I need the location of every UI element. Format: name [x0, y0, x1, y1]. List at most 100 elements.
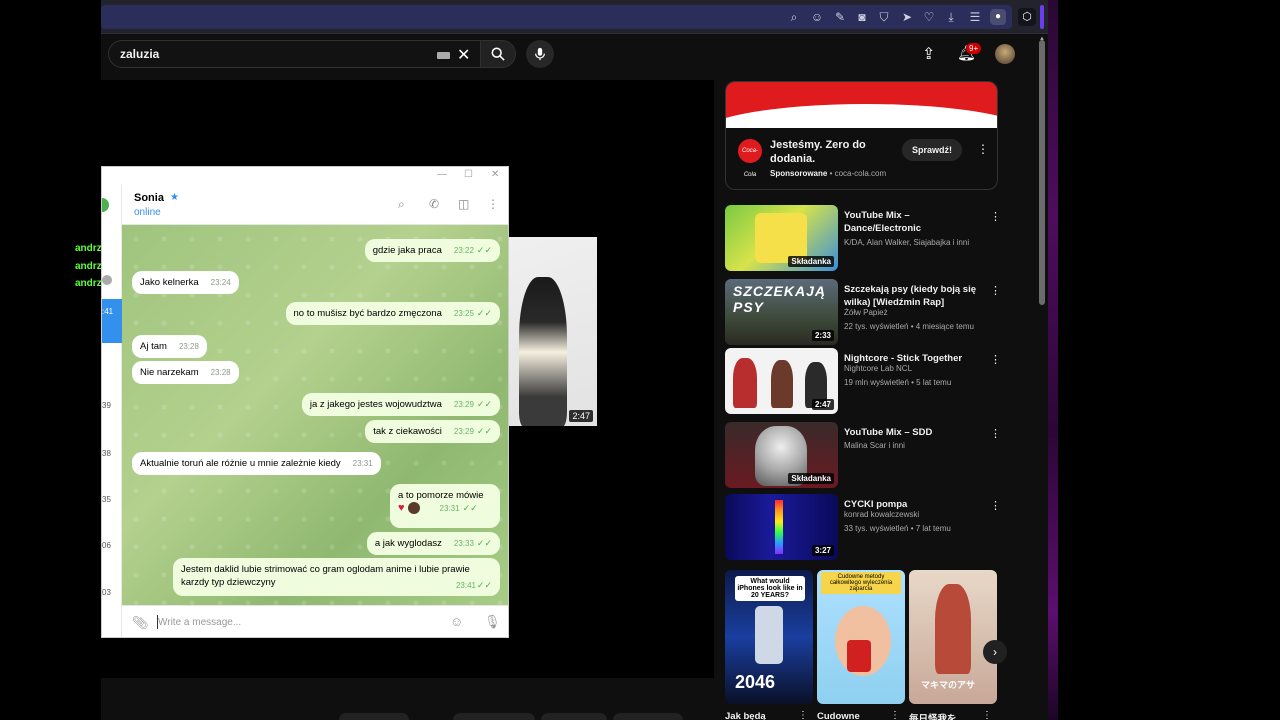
chat-avatar[interactable] [102, 195, 112, 215]
more-options-icon[interactable]: ⋮ [487, 197, 499, 211]
video-thumbnail[interactable]: Składanka [725, 205, 838, 271]
maximize-icon[interactable]: ☐ [464, 169, 473, 180]
action-pill[interactable] [339, 713, 409, 720]
recommendation-item[interactable]: 3:27 CYCKI pompa konrad kowalczewski 33 … [725, 494, 1010, 560]
edit-icon[interactable]: ✎ [833, 10, 847, 24]
keyboard-icon[interactable] [437, 52, 450, 59]
short-thumbnail[interactable]: What would iPhones look like in 20 YEARS… [725, 570, 813, 704]
short-thumbnail[interactable]: Cudowne metody całkowitego wyleczenia za… [817, 570, 905, 704]
zoom-icon[interactable]: ⌕ [787, 10, 801, 24]
heart-reaction-icon[interactable]: ♥ [398, 502, 405, 514]
short-big-text: マキマのアサ [921, 680, 976, 690]
video-title[interactable]: YouTube Mix – SDD [844, 426, 984, 439]
sponsored-ad-card[interactable]: Coca-Cola Jesteśmy. Zero do dodania. Spo… [725, 81, 998, 190]
unread-dot [102, 275, 112, 285]
video-stats: 19 mln wyświetleń • 5 lat temu [844, 378, 952, 387]
more-options-icon[interactable]: ⋮ [990, 427, 1001, 440]
more-options-icon[interactable]: ⋮ [990, 284, 1001, 297]
more-options-icon[interactable]: ⋮ [990, 353, 1001, 366]
message-outgoing[interactable]: gdzie jaka praca 23:22 ✓✓ [364, 239, 500, 262]
video-thumbnail[interactable]: SZCZEKAJĄ PSY 2:33 [725, 279, 838, 345]
ad-cta-button[interactable]: Sprawdź! [902, 139, 962, 161]
video-channel[interactable]: K/DA, Alan Walker, Siajabajka i inni [844, 238, 969, 247]
search-input[interactable]: zaluzia [120, 47, 159, 61]
ad-more-options-icon[interactable]: ⋮ [977, 142, 989, 156]
message-outgoing[interactable]: ja z jakego jestes wojowudztwa 23:29 ✓✓ [301, 393, 500, 416]
sidebar-toggle-icon[interactable]: ◫ [458, 197, 469, 211]
short-caption[interactable]: Jak będą [725, 711, 766, 720]
recommendation-item[interactable]: Składanka YouTube Mix – Dance/Electronic… [725, 205, 1010, 271]
video-title[interactable]: Szczekają psy (kiedy boją się wilka) [Wi… [844, 283, 984, 309]
shield-icon[interactable]: ⛉ [877, 10, 891, 24]
more-options-icon[interactable]: ⋮ [990, 210, 1001, 223]
reaction-avatar [407, 502, 420, 515]
camera-icon[interactable]: ◙ [855, 10, 869, 24]
short-caption[interactable]: 毎日怪我を [909, 711, 957, 720]
scrollbar[interactable] [1039, 40, 1045, 305]
message-input[interactable]: Write a message... [158, 617, 241, 628]
account-avatar[interactable] [995, 44, 1015, 64]
action-pill[interactable] [453, 713, 535, 720]
search-button[interactable] [480, 40, 516, 68]
ad-banner-image[interactable] [726, 82, 997, 128]
more-options-icon[interactable]: ⋮ [990, 499, 1001, 512]
chat-time: 35 [102, 495, 111, 504]
close-icon[interactable]: ✕ [491, 169, 499, 180]
download-icon[interactable]: ⤓ [944, 10, 958, 24]
video-thumbnail[interactable]: 2:47 [725, 348, 838, 414]
message-incoming[interactable]: Nie narzekam 23:28 [132, 361, 239, 384]
video-thumbnail[interactable]: Składanka [725, 422, 838, 488]
profile-icon[interactable]: ● [990, 9, 1006, 25]
address-bar[interactable] [101, 5, 1012, 29]
recommendation-item[interactable]: Składanka YouTube Mix – SDD Malina Scar … [725, 422, 1010, 488]
message-outgoing[interactable]: Jestem daklid lubie strimować co gram og… [173, 558, 500, 596]
message-incoming[interactable]: Jako kelnerka 23:24 [132, 271, 239, 294]
message-outgoing[interactable]: no to mušisz być bardzo zmęczona 23:25 ✓✓ [285, 302, 500, 325]
short-more-icon[interactable]: ⋮ [890, 710, 900, 720]
recommendation-item[interactable]: 2:47 Nightcore - Stick Together Nightcor… [725, 348, 1010, 414]
extension-cube-icon[interactable]: ⬡ [1018, 8, 1036, 26]
message-incoming[interactable]: Aktualnie toruń ale różnie u mnie zależn… [132, 452, 381, 475]
short-more-icon[interactable]: ⋮ [798, 710, 808, 720]
paperclip-icon[interactable]: 📎︎ [132, 615, 149, 631]
phone-icon[interactable]: ✆ [429, 197, 439, 211]
minimize-icon[interactable]: — [437, 169, 447, 180]
upload-icon[interactable]: ⇪ [922, 44, 935, 64]
search-box[interactable]: zaluzia ✕ [108, 40, 480, 68]
chat-header[interactable]: Sonia ★ online ⌕ ✆ ◫ ⋮ [122, 185, 508, 225]
recommendation-item[interactable]: SZCZEKAJĄ PSY 2:33 Szczekają psy (kiedy … [725, 279, 1010, 345]
video-channel[interactable]: Malina Scar i inni [844, 441, 905, 450]
clear-search-icon[interactable]: ✕ [457, 45, 470, 65]
action-pill[interactable] [541, 713, 607, 720]
emoji-icon[interactable]: ☺ [810, 10, 824, 24]
video-channel[interactable]: Nightcore Lab NCL [844, 364, 912, 373]
message-outgoing[interactable]: a to pomorze mówie ♥ 23:31 ✓✓ [390, 484, 500, 528]
search-icon[interactable]: ⌕ [398, 197, 405, 212]
ad-title[interactable]: Jesteśmy. Zero do dodania. [770, 138, 895, 166]
ad-domain: coca-cola.com [834, 169, 887, 178]
video-channel[interactable]: konrad kowalczewski [844, 510, 919, 519]
chat-time: 06 [102, 541, 111, 550]
message-outgoing[interactable]: a jak wyglodasz 23:33 ✓✓ [366, 532, 500, 555]
message-incoming[interactable]: Aj tam 23:28 [132, 335, 207, 358]
shorts-next-button[interactable]: › [983, 640, 1007, 664]
short-thumbnail[interactable]: マキマのアサ [909, 570, 997, 704]
action-pill[interactable] [613, 713, 683, 720]
microphone-icon[interactable]: 🎙︎ [484, 614, 501, 630]
active-chat-item[interactable]: :41 [102, 299, 122, 343]
contact-name[interactable]: Sonia [134, 192, 164, 204]
emoji-icon[interactable]: ☺ [450, 614, 463, 629]
menu-icon[interactable]: ☰ [968, 10, 982, 24]
video-thumbnail[interactable]: 3:27 [725, 494, 838, 560]
search-icon [491, 47, 505, 61]
short-more-icon[interactable]: ⋮ [982, 710, 992, 720]
heart-icon[interactable]: ♡ [922, 10, 936, 24]
message-composer[interactable]: 📎︎ Write a message... ☺ 🎙︎ [122, 605, 508, 637]
chat-messages-area[interactable]: gdzie jaka praca 23:22 ✓✓ Jako kelnerka 23:… [122, 225, 508, 605]
video-title[interactable]: YouTube Mix – Dance/Electronic [844, 209, 984, 235]
video-channel[interactable]: Żółw Papież [844, 308, 888, 317]
message-outgoing[interactable]: tak z ciekawości 23:29 ✓✓ [365, 420, 500, 443]
send-icon[interactable]: ➤ [900, 10, 914, 24]
voice-search-button[interactable] [526, 40, 554, 68]
short-caption[interactable]: Cudowne [817, 711, 860, 720]
